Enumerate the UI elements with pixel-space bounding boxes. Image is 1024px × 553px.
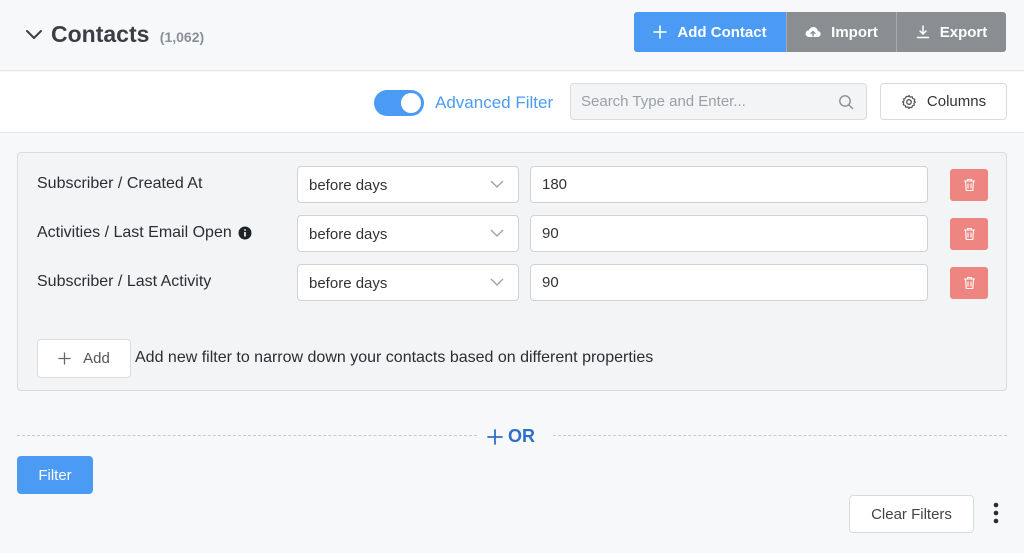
operator-value: before days [309, 275, 388, 292]
filter-row: Subscriber / Created At before days [18, 166, 1006, 203]
plus-icon [653, 25, 668, 39]
add-contact-button[interactable]: Add Contact [634, 12, 786, 52]
search-icon[interactable] [838, 94, 854, 115]
filter-value-input[interactable] [531, 216, 927, 251]
add-or-group-button[interactable]: OR [487, 426, 535, 447]
chevron-down-icon [490, 229, 504, 237]
page-title-text: Contacts [51, 21, 150, 47]
operator-value: before days [309, 177, 388, 194]
filter-property-text: Activities / Last Email Open [37, 224, 232, 241]
columns-button[interactable]: Columns [880, 83, 1007, 120]
filter-group: Subscriber / Created At before days Acti… [17, 152, 1007, 391]
filter-property-text: Subscriber / Last Activity [37, 273, 212, 290]
operator-select[interactable]: before days [297, 264, 519, 301]
filter-row: Subscriber / Last Activity before days [18, 264, 1006, 301]
export-label: Export [939, 23, 988, 41]
import-button[interactable]: Import [786, 12, 896, 52]
or-label: OR [508, 426, 535, 446]
filter-property-text: Subscriber / Created At [37, 175, 203, 192]
chevron-down-icon[interactable] [24, 24, 44, 44]
page-header: Contacts (1,062) Add Contact Import Expo… [0, 0, 1024, 71]
plus-icon [487, 428, 503, 445]
delete-filter-button[interactable] [950, 218, 988, 250]
info-icon[interactable] [238, 226, 252, 240]
filter-button[interactable]: Filter [17, 456, 93, 494]
operator-select[interactable]: before days [297, 166, 519, 203]
import-label: Import [831, 23, 878, 41]
filter-property-label: Subscriber / Last Activity [37, 273, 211, 291]
search-input[interactable] [571, 84, 866, 119]
search-box [570, 83, 867, 120]
add-contact-label: Add Contact [677, 23, 767, 41]
filter-value-field [530, 215, 928, 252]
page-title: Contacts (1,062) [51, 21, 204, 48]
delete-filter-button[interactable] [950, 267, 988, 299]
advanced-filter-label[interactable]: Advanced Filter [435, 93, 553, 113]
filter-property-label: Activities / Last Email Open [37, 224, 252, 242]
trash-icon [963, 178, 975, 192]
chevron-down-icon [490, 278, 504, 286]
operator-value: before days [309, 226, 388, 243]
add-filter-help-text: Add new filter to narrow down your conta… [135, 349, 654, 366]
add-filter-label: Add [83, 350, 110, 367]
plus-icon [58, 352, 71, 365]
header-actions: Add Contact Import Export [634, 12, 1006, 52]
chevron-down-icon [490, 180, 504, 188]
filter-property-label: Subscriber / Created At [37, 175, 202, 193]
toggle-knob [401, 93, 421, 113]
contact-count: (1,062) [159, 29, 205, 45]
more-vertical-icon[interactable] [986, 500, 1006, 526]
filter-value-input[interactable] [531, 265, 927, 300]
delete-filter-button[interactable] [950, 169, 988, 201]
advanced-filter-toggle[interactable] [374, 90, 424, 116]
gear-icon [901, 94, 917, 109]
operator-select[interactable]: before days [297, 215, 519, 252]
filter-value-field [530, 264, 928, 301]
or-divider-right [553, 435, 1007, 436]
filter-row: Activities / Last Email Open before days [18, 215, 1006, 252]
filter-value-input[interactable] [531, 167, 927, 202]
filter-value-field [530, 166, 928, 203]
trash-icon [963, 276, 975, 290]
trash-icon [963, 227, 975, 241]
export-button[interactable]: Export [896, 12, 1006, 52]
or-divider-left [17, 435, 477, 436]
download-icon [916, 25, 929, 39]
filter-toolbar: Advanced Filter Columns [0, 72, 1024, 133]
cloud-upload-icon [805, 26, 821, 38]
columns-label: Columns [926, 93, 987, 110]
clear-filters-button[interactable]: Clear Filters [849, 495, 974, 533]
add-filter-button[interactable]: Add [37, 339, 131, 378]
